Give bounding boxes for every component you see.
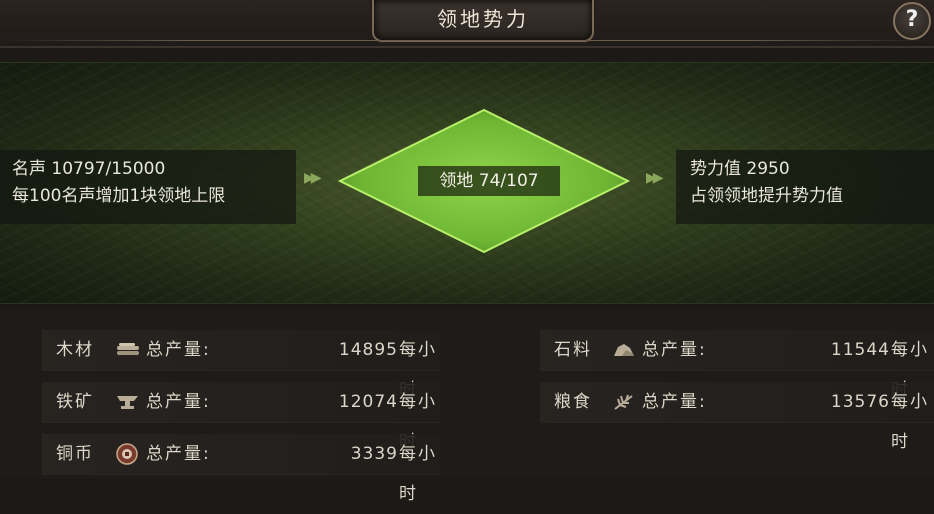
total-output-label: 总产量: <box>642 392 707 412</box>
production-row-wood: 木材 总产量: 14895 每小时 <box>42 330 440 400</box>
output-value: 12074 <box>338 392 398 412</box>
output-unit: 每小时 <box>891 392 929 452</box>
territory-count: 领地 74/107 <box>418 166 560 196</box>
fame-hint: 每100名声增加1块领地上限 <box>12 186 226 206</box>
fame-value: 名声 10797/15000 <box>12 159 166 179</box>
power-hint: 占领领地提升势力值 <box>690 186 843 206</box>
fame-info-panel: 名声 10797/15000 每100名声增加1块领地上限 <box>0 150 296 224</box>
production-row-stone: 石料 总产量: 11544 每小时 <box>540 330 934 400</box>
total-output-label: 总产量: <box>642 340 707 360</box>
stone-icon <box>612 341 634 359</box>
production-row-grain: 粮食 总产量: 13576 每小时 <box>540 382 934 452</box>
total-output-label: 总产量: <box>146 444 211 464</box>
output-value: 14895 <box>338 340 398 360</box>
wood-icon <box>116 341 139 359</box>
resource-name: 木材 <box>56 340 94 360</box>
resource-name: 铁矿 <box>56 392 94 412</box>
resource-name: 石料 <box>554 340 592 360</box>
power-info-panel: 势力值 2950 占领领地提升势力值 <box>676 150 934 224</box>
arrow-right-icon: ▶▶ <box>646 170 663 186</box>
output-value: 13576 <box>830 392 890 412</box>
output-unit: 每小时 <box>399 444 437 504</box>
help-button[interactable]: ? <box>893 2 931 40</box>
total-output-label: 总产量: <box>146 392 211 412</box>
production-row-copper: 铜币 总产量: 3339 每小时 <box>42 434 440 504</box>
copper-coin-icon <box>116 443 138 465</box>
power-value: 势力值 2950 <box>690 159 790 179</box>
resource-name: 粮食 <box>554 392 592 412</box>
top-bar: 领地势力 ? <box>0 0 934 48</box>
total-output-label: 总产量: <box>146 340 211 360</box>
iron-anvil-icon <box>116 393 138 411</box>
production-row-iron: 铁矿 总产量: 12074 每小时 <box>42 382 440 452</box>
resource-name: 铜币 <box>56 444 94 464</box>
grain-icon <box>612 393 634 411</box>
arrow-right-icon: ▶▶ <box>304 170 321 186</box>
page-title: 领地势力 <box>372 0 594 42</box>
output-value: 3339 <box>350 444 398 464</box>
output-value: 11544 <box>830 340 890 360</box>
